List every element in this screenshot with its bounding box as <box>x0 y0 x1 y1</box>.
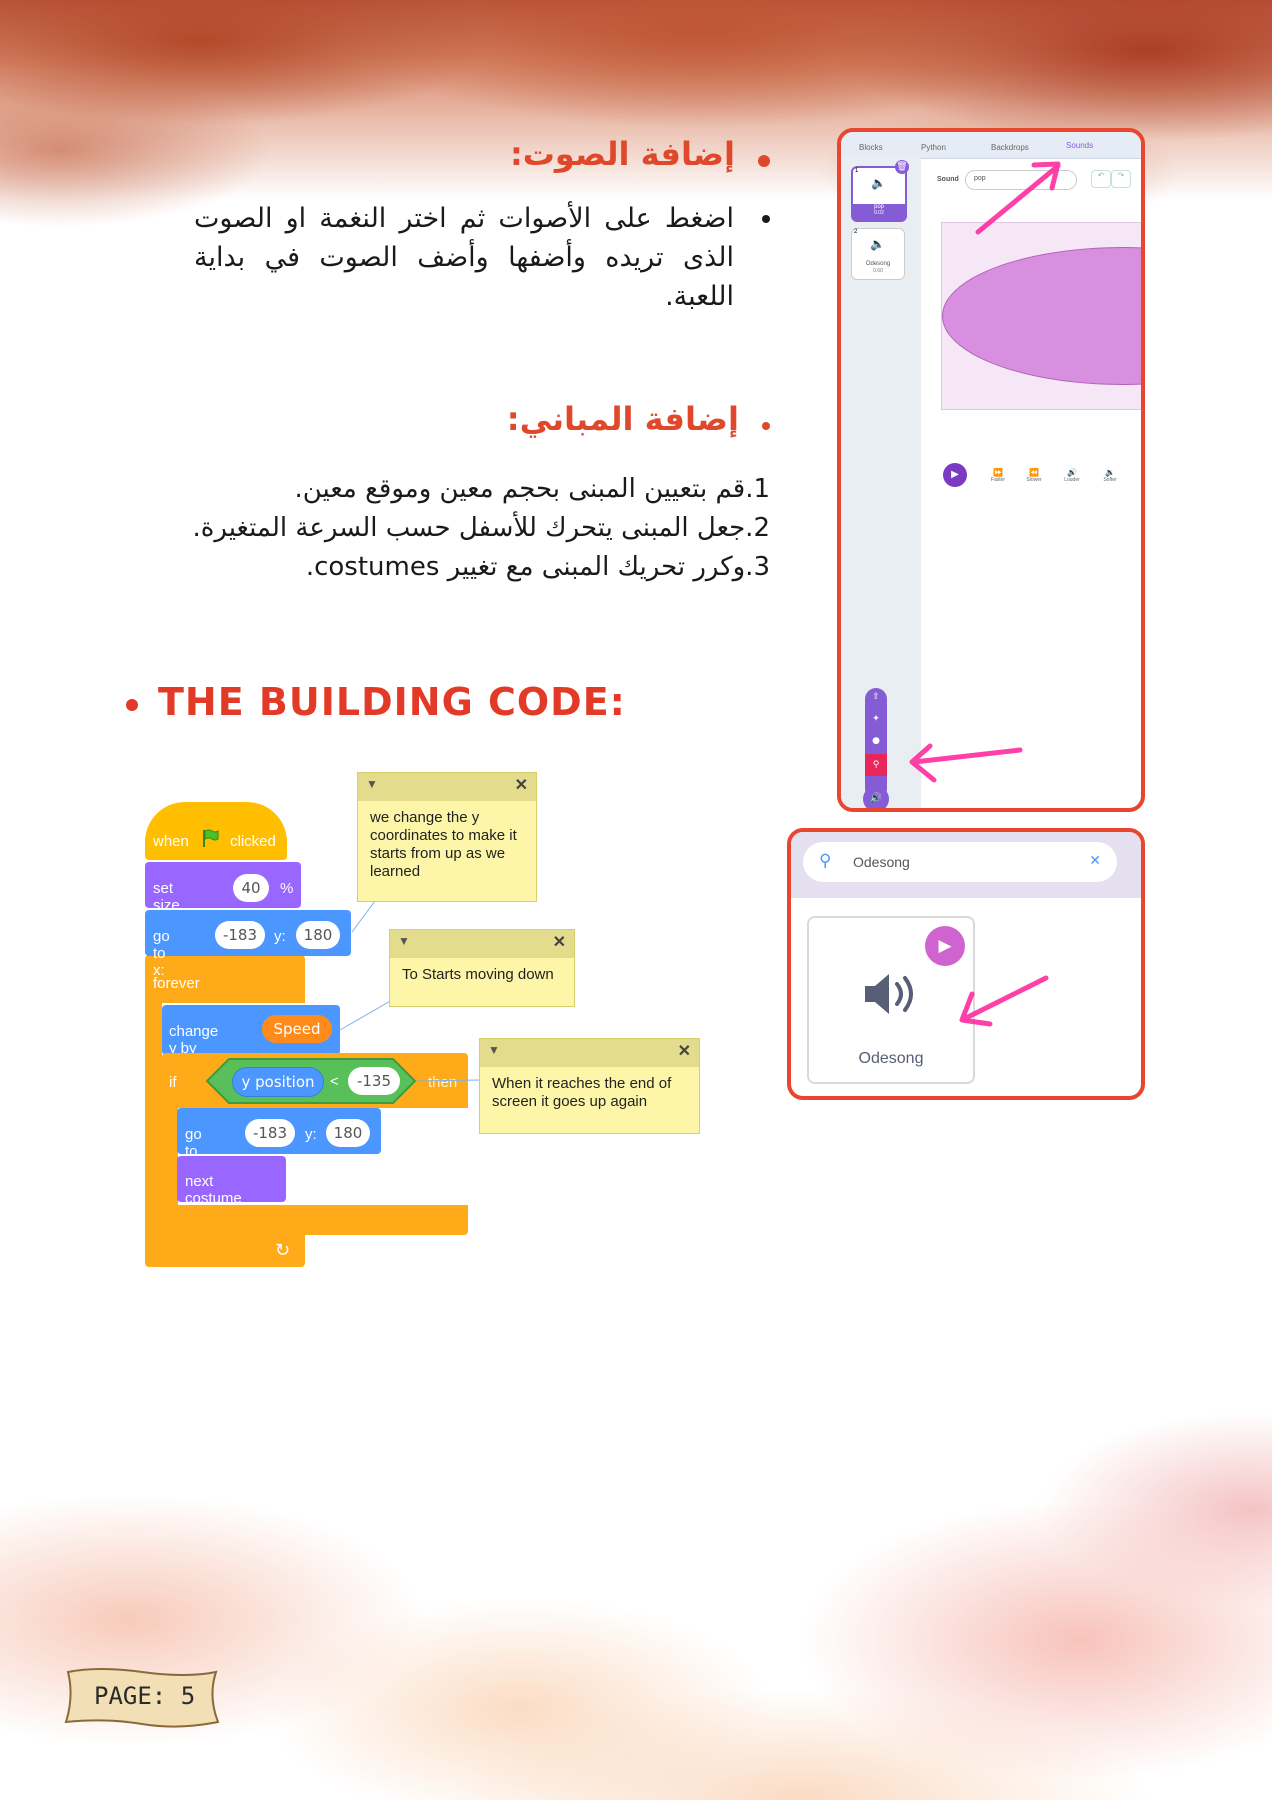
arrow-to-search-button <box>909 743 1023 783</box>
arrow-to-sounds-tab <box>975 161 1061 235</box>
page-label-scroll: PAGE: 5 <box>58 1664 226 1730</box>
page-label: PAGE: 5 <box>94 1682 196 1710</box>
arrow-to-sound-card <box>959 975 1049 1027</box>
arrow-annotations <box>909 161 1061 1027</box>
